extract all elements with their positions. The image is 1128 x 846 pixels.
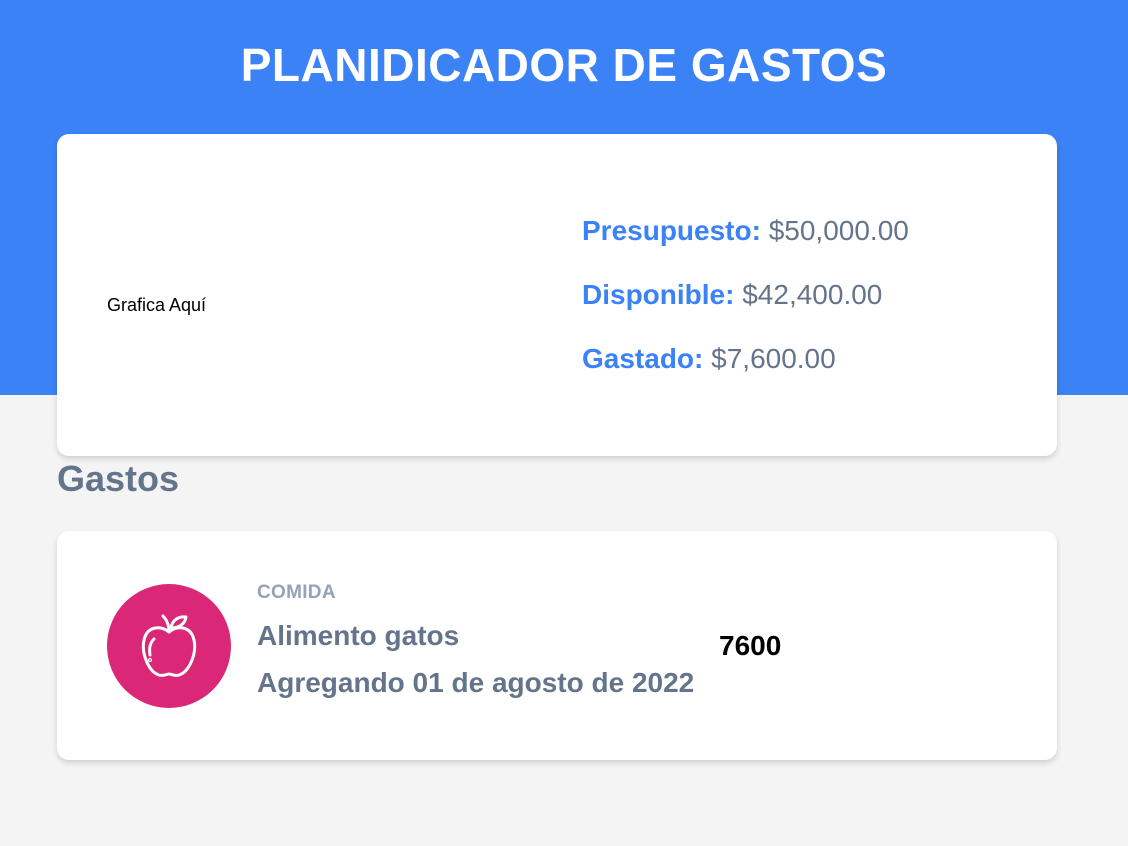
spent-row: Gastado: $7,600.00 [582, 342, 909, 406]
available-value: $42,400.00 [742, 279, 883, 310]
budget-card: Grafica Aquí Presupuesto: $50,000.00 Dis… [57, 134, 1057, 456]
budget-stats: Presupuesto: $50,000.00 Disponible: $42,… [582, 214, 909, 406]
expense-details: COMIDA Alimento gatos Agregando 01 de ag… [257, 581, 694, 700]
available-row: Disponible: $42,400.00 [582, 278, 909, 342]
expense-name: Alimento gatos [257, 620, 460, 651]
apple-icon [141, 614, 197, 677]
expense-category: COMIDA [257, 582, 336, 603]
budget-value: $50,000.00 [768, 215, 909, 246]
spent-label: Gastado: [582, 343, 704, 374]
budget-label: Presupuesto: [582, 215, 761, 246]
budget-row: Presupuesto: $50,000.00 [582, 214, 909, 278]
expenses-section-title: Gastos [57, 458, 180, 499]
app-title: PLANIDICADOR DE GASTOS [240, 39, 888, 91]
expense-date: Agregando 01 de agosto de 2022 [257, 667, 695, 698]
chart-placeholder: Grafica Aquí [107, 295, 207, 315]
expense-amount: 7600 [719, 630, 782, 661]
spent-value: $7,600.00 [711, 343, 836, 374]
expense-card[interactable]: COMIDA Alimento gatos Agregando 01 de ag… [57, 531, 1057, 760]
available-label: Disponible: [582, 279, 735, 310]
category-icon [107, 584, 231, 708]
